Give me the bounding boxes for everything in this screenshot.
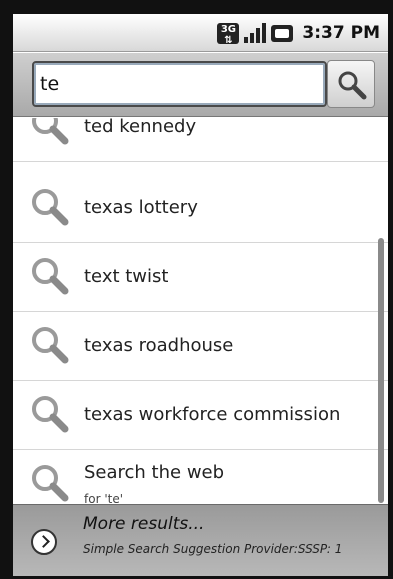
search-web-label: Search the web [84,462,225,483]
device-frame: 3G ⇅ 3:37 PM te ted kennedy texas lotter… [0,0,393,579]
suggestion-label: ted kennedy [84,118,197,137]
screen: 3G ⇅ 3:37 PM te ted kennedy texas lotter… [13,14,388,576]
scrollbar[interactable] [378,238,384,503]
suggestion-item[interactable]: texas workforce commission [13,381,388,450]
suggestion-label: texas workforce commission [84,404,341,425]
more-results-item[interactable]: More results... Simple Search Suggestion… [13,504,388,576]
magnifier-icon [32,118,69,145]
more-results-subtitle: Simple Search Suggestion Provider:SSSP: … [83,542,343,556]
suggestion-list: ted kennedy texas lottery text twist tex… [13,118,388,503]
signal-strength-icon [244,23,267,43]
battery-icon [271,24,294,42]
chevron-right-icon [31,529,57,555]
suggestion-label: texas roadhouse [84,335,234,356]
search-icon [338,71,367,100]
more-results-title: More results... [83,514,205,534]
search-web-sublabel: for 'te' [84,492,123,503]
status-bar: 3G ⇅ 3:37 PM [13,14,388,52]
status-icons: 3G ⇅ 3:37 PM [217,21,380,46]
magnifier-icon [32,465,69,502]
suggestion-item[interactable]: texas lottery [13,174,388,243]
network-label: 3G [220,23,236,35]
suggestion-item[interactable]: text twist [13,243,388,312]
magnifier-icon [32,396,69,433]
suggestion-label: texas lottery [84,197,198,218]
suggestion-item[interactable]: ted kennedy [13,118,388,162]
search-input[interactable] [32,61,327,107]
suggestion-item[interactable]: texas roadhouse [13,312,388,381]
network-3g-icon: 3G ⇅ [217,22,240,46]
magnifier-icon [32,189,69,226]
suggestion-label: text twist [84,266,169,287]
search-button[interactable] [327,60,375,108]
status-time: 3:37 PM [302,23,380,43]
search-bar [13,53,388,117]
search-web-item[interactable]: Search the web for 'te' [13,450,388,503]
magnifier-icon [32,258,69,295]
magnifier-icon [32,327,69,364]
